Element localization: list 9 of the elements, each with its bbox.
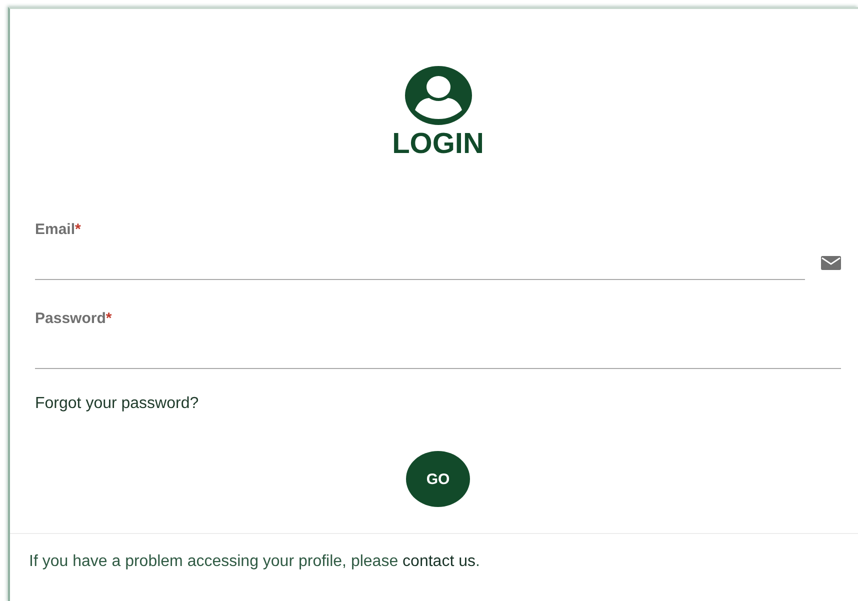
login-title: LOGIN [392, 127, 484, 161]
field-label: Email* [35, 221, 82, 239]
field-label: Password* [35, 310, 113, 328]
go-button[interactable]: GO [406, 451, 470, 507]
envelope-icon [821, 256, 841, 270]
footer-text: If you have a problem accessing your profile, please contact us. [29, 553, 481, 571]
forgot-password-link[interactable]: Forgot your password? [35, 395, 199, 413]
contact-link[interactable]: contact us [402, 553, 476, 570]
user-avatar-icon [404, 66, 472, 125]
